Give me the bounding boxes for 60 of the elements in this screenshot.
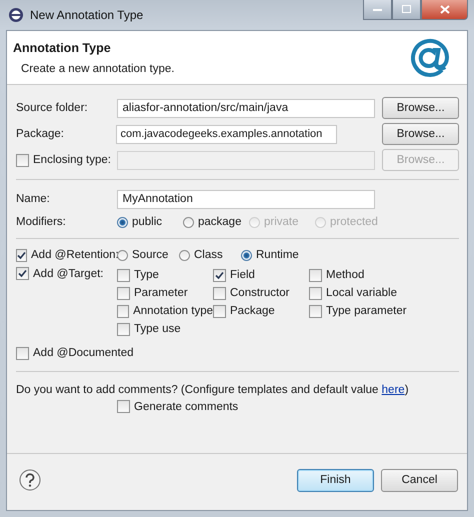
radio-label[interactable]: package — [198, 216, 242, 228]
templates-link[interactable]: here — [382, 384, 405, 396]
checkbox-label[interactable]: Add @Documented — [33, 347, 134, 359]
field-label: Package: — [16, 128, 65, 140]
browse-button[interactable]: Browse... — [382, 97, 459, 119]
checkbox-label[interactable]: Type parameter — [326, 305, 407, 317]
checkbox-label[interactable]: Parameter — [134, 287, 188, 299]
checkbox[interactable] — [213, 268, 226, 282]
checkbox-label[interactable]: Field — [230, 269, 255, 281]
text-field[interactable]: aliasfor-annotation/src/main/java — [116, 98, 376, 118]
radio-label[interactable]: public — [132, 216, 162, 228]
header-description: Create a new annotation type. — [20, 62, 174, 74]
radio-button[interactable] — [179, 250, 190, 260]
checkbox-label[interactable]: Package — [230, 305, 275, 317]
checkbox[interactable] — [213, 286, 226, 300]
checkbox[interactable] — [16, 248, 27, 262]
at-sign-icon — [411, 36, 451, 78]
checkbox-label[interactable]: Add @Retention: — [31, 249, 119, 261]
radio-label[interactable]: Source — [132, 249, 168, 261]
radio-button[interactable] — [117, 216, 128, 228]
checkbox-label[interactable]: Method — [326, 269, 364, 281]
header-title: Annotation Type — [13, 40, 112, 54]
checkbox[interactable] — [16, 346, 29, 360]
maximize-icon[interactable] — [392, 0, 421, 20]
checkbox[interactable] — [117, 286, 130, 300]
name-field[interactable]: MyAnnotation — [116, 190, 376, 208]
checkbox-label[interactable]: Type — [134, 269, 159, 281]
radio-label[interactable]: Class — [194, 249, 223, 261]
checkbox[interactable] — [309, 268, 322, 282]
field-label: Source folder: — [16, 102, 89, 114]
close-icon[interactable] — [421, 0, 468, 20]
browse-button[interactable]: Browse... — [382, 123, 459, 145]
radio-label[interactable]: Runtime — [256, 249, 299, 261]
checkbox-label[interactable]: Constructor — [230, 287, 290, 299]
checkbox[interactable] — [309, 286, 322, 300]
radio-button[interactable] — [117, 250, 128, 260]
minimize-icon[interactable] — [363, 0, 392, 20]
checkbox[interactable] — [117, 268, 130, 282]
checkbox[interactable] — [309, 304, 322, 318]
finish-button[interactable]: Finish — [297, 468, 374, 492]
text-field[interactable]: com.javacodegeeks.examples.annotation — [116, 124, 338, 144]
radio-button[interactable] — [183, 216, 194, 228]
field-label: Name: — [16, 193, 51, 205]
checkbox[interactable] — [213, 304, 226, 318]
cancel-button[interactable]: Cancel — [381, 468, 458, 492]
checkbox-label[interactable]: Local variable — [326, 287, 397, 299]
checkbox[interactable] — [16, 267, 29, 280]
checkbox-label[interactable]: Type use — [134, 323, 181, 335]
comments-text: Do you want to add comments? (Configure templates and default value here) — [16, 384, 410, 396]
app-icon — [8, 7, 24, 23]
checkbox-label[interactable]: Generate comments — [134, 400, 238, 412]
checkbox[interactable] — [117, 322, 130, 336]
checkbox-label[interactable]: Add @Target: — [33, 268, 104, 280]
help-icon[interactable] — [19, 469, 41, 491]
field-label: Modifiers: — [16, 216, 67, 228]
checkbox[interactable] — [117, 400, 130, 413]
checkbox-label[interactable]: Annotation type — [133, 305, 213, 317]
radio-button[interactable] — [241, 250, 252, 260]
checkbox[interactable] — [117, 304, 130, 318]
window-title: New Annotation Type — [30, 8, 144, 22]
